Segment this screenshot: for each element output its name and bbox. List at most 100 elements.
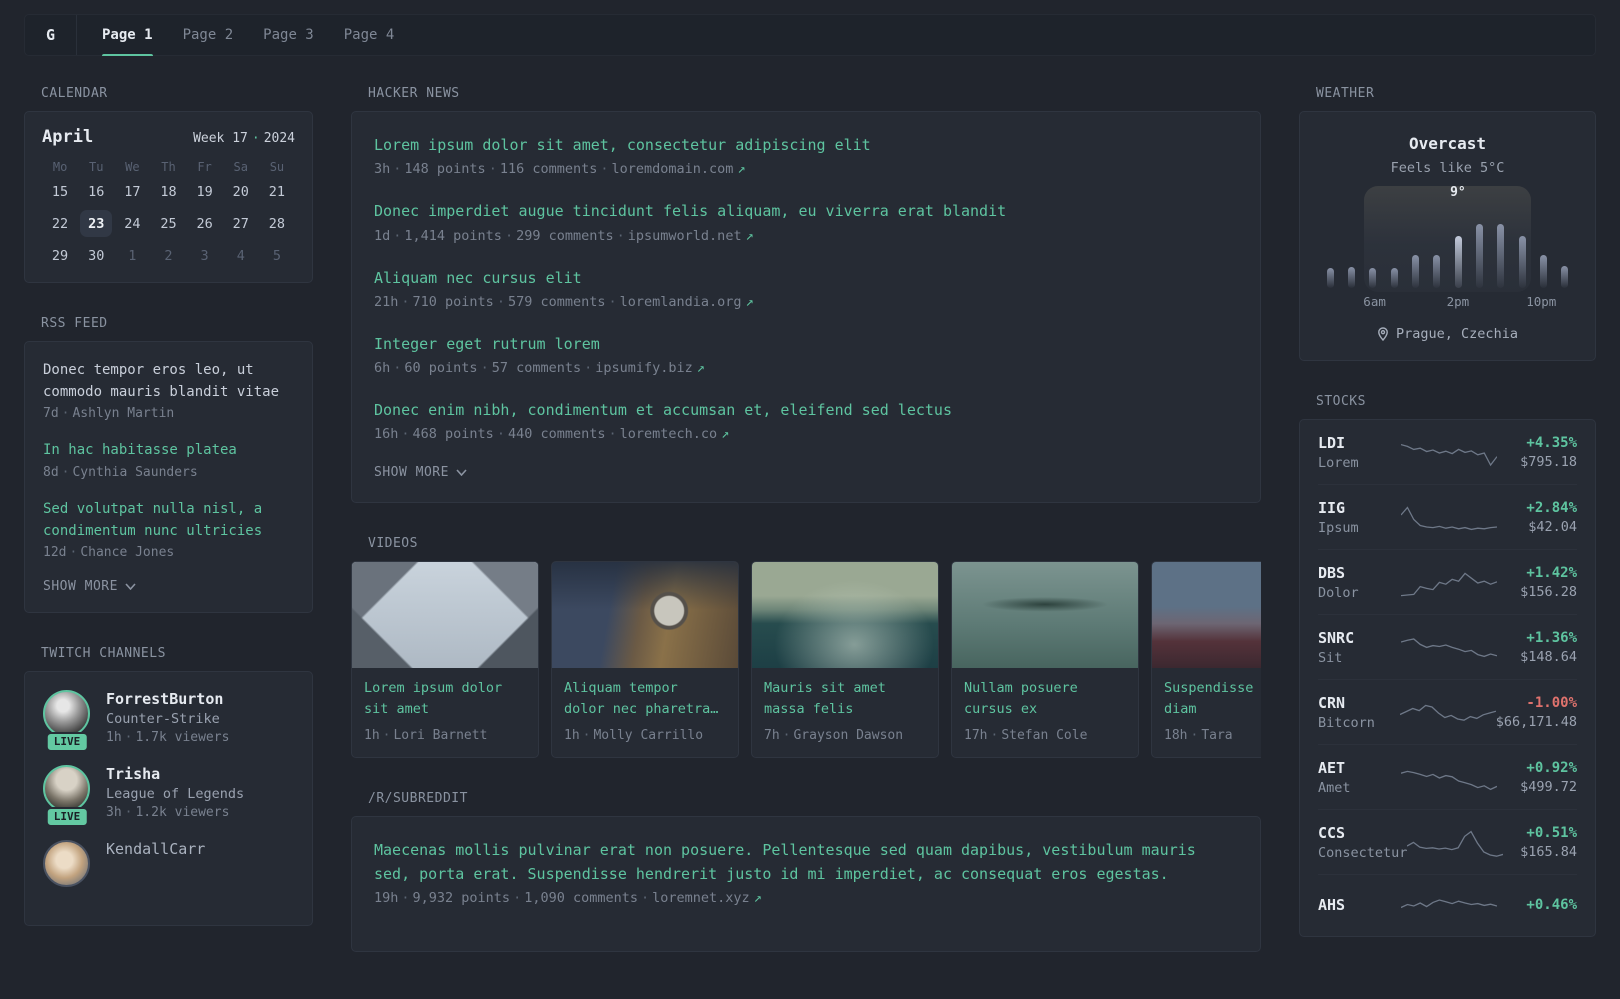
dot-separator: · [401, 889, 410, 906]
rss-show-more-button[interactable]: SHOW MORE [43, 579, 294, 594]
rss-item-title[interactable]: Donec tempor eros leo, ut commodo mauris… [43, 360, 294, 403]
calendar-day[interactable]: 25 [150, 210, 186, 237]
story-title[interactable]: Donec imperdiet augue tincidunt felis al… [374, 200, 1238, 223]
stock-values: +0.92% $499.72 [1497, 760, 1577, 795]
story-title[interactable]: Lorem ipsum dolor sit amet, consectetur … [374, 134, 1238, 157]
stock-symbol[interactable]: CRN [1318, 694, 1400, 712]
story-domain-link[interactable]: loremdomain.com [612, 161, 734, 177]
stock-symbol[interactable]: LDI [1318, 434, 1401, 452]
story-domain-link[interactable]: ipsumify.biz [595, 360, 693, 376]
calendar-day[interactable]: 1 [114, 242, 150, 269]
twitch-widget: TWITCH CHANNELS LIVE ForrestBurton Count… [24, 646, 313, 927]
page-tab[interactable]: Page 1 [87, 15, 168, 56]
weather-card: Overcast Feels like 5°C 9° 6am 2pm 10pm Pr… [1299, 111, 1596, 361]
stock-symbol[interactable]: AHS [1318, 896, 1401, 914]
video-title[interactable]: Lorem ipsum dolor sit amet consectetu… [364, 678, 526, 720]
stock-sparkline-wrap [1401, 566, 1497, 600]
twitch-channel-category[interactable]: Counter-Strike [106, 711, 229, 727]
hackernews-show-more-button[interactable]: SHOW MORE [374, 465, 1238, 480]
twitch-channel-name[interactable]: ForrestBurton [106, 690, 229, 708]
twitch-channel-category[interactable]: League of Legends [106, 786, 244, 802]
calendar-day[interactable]: 17 [114, 178, 150, 205]
video-thumbnail[interactable] [1152, 562, 1261, 669]
weather-feels-like: Feels like 5°C [1390, 160, 1505, 176]
calendar-weekday: Fr [197, 160, 212, 174]
story-title[interactable]: Donec enim nibh, condimentum et accumsan… [374, 399, 1238, 422]
avatar[interactable] [43, 690, 90, 738]
video-card-body: Suspendisse diam 18h · Tara [1152, 668, 1261, 757]
calendar-day[interactable]: 27 [223, 210, 259, 237]
calendar-day[interactable]: 15 [42, 178, 78, 205]
avatar[interactable] [43, 765, 90, 813]
weather-widget-label: WEATHER [1316, 86, 1375, 101]
rss-widget-label: RSS FEED [41, 316, 108, 331]
calendar-day[interactable]: 18 [150, 178, 186, 205]
stock-change: +1.42% [1526, 565, 1577, 581]
story-title[interactable]: Integer eget rutrum lorem [374, 333, 1238, 356]
weather-bar [1433, 255, 1441, 288]
calendar-day[interactable]: 21 [259, 178, 295, 205]
story-meta: 3h · 148 points · 116 comments · loremdomain.c… [374, 161, 746, 178]
story-domain-link[interactable]: ipsumworld.net [628, 228, 742, 244]
video-thumbnail[interactable] [952, 562, 1138, 669]
calendar-day[interactable]: 16 [78, 178, 114, 205]
app-logo[interactable]: G [25, 15, 77, 55]
twitch-channel-name[interactable]: Trisha [106, 765, 244, 783]
hackernews-card: Lorem ipsum dolor sit amet, consectetur … [351, 111, 1261, 504]
video-title[interactable]: Aliquam tempor dolor nec pharetra… [564, 678, 726, 720]
calendar-day[interactable]: 26 [187, 210, 223, 237]
weather-bar [1540, 255, 1548, 288]
video-title[interactable]: Mauris sit amet massa felis [764, 678, 926, 720]
stock-symbol[interactable]: CCS [1318, 824, 1407, 842]
calendar-day[interactable]: 30 [78, 242, 114, 269]
video-author[interactable]: Molly Carrillo [593, 728, 703, 743]
video-title[interactable]: Suspendisse diam [1164, 678, 1261, 720]
calendar-day[interactable]: 2 [150, 242, 186, 269]
page-tab[interactable]: Page 4 [329, 15, 410, 55]
stock-sparkline-wrap [1407, 826, 1503, 860]
calendar-day[interactable]: 28 [259, 210, 295, 237]
dot-separator: · [504, 227, 514, 244]
story-title[interactable]: Aliquam nec cursus elit [374, 267, 1238, 290]
stock-symbol[interactable]: SNRC [1318, 629, 1401, 647]
video-author[interactable]: Grayson Dawson [793, 728, 903, 743]
calendar-day[interactable]: 20 [223, 178, 259, 205]
story-row: Integer eget rutrum lorem 6h · 60 points · 5… [374, 333, 1238, 376]
stock-symbol[interactable]: DBS [1318, 564, 1401, 582]
video-author[interactable]: Stefan Cole [1001, 728, 1087, 743]
story-domain-link[interactable]: loremlandia.org [620, 294, 742, 310]
story-domain-link[interactable]: loremtech.co [620, 426, 718, 442]
post-title[interactable]: Maecenas mollis pulvinar erat non posuer… [374, 839, 1238, 886]
video-author[interactable]: Lori Barnett [393, 728, 487, 743]
external-link-icon: ↗ [745, 293, 754, 310]
calendar-day[interactable]: 19 [187, 178, 223, 205]
rss-item-title[interactable]: Sed volutpat nulla nisl, a condimentum n… [43, 499, 294, 542]
video-thumbnail[interactable] [552, 562, 738, 669]
calendar-year: 2024 [263, 131, 295, 146]
stock-name: Sit [1318, 650, 1343, 666]
stock-sparkline [1401, 889, 1497, 923]
avatar[interactable] [43, 840, 90, 888]
dot-separator: · [990, 728, 999, 744]
weather-bar [1347, 266, 1355, 288]
calendar-day[interactable]: 23 [78, 210, 114, 237]
post-domain-link[interactable]: loremnet.xyz [652, 890, 750, 906]
calendar-day[interactable]: 4 [223, 242, 259, 269]
video-card: Nullam posuere cursus ex 17h · Stefan Cole [951, 561, 1139, 759]
calendar-day[interactable]: 3 [187, 242, 223, 269]
rss-item-title[interactable]: In hac habitasse platea [43, 440, 294, 462]
calendar-day[interactable]: 22 [42, 210, 78, 237]
video-thumbnail[interactable] [352, 562, 538, 669]
calendar-day[interactable]: 24 [114, 210, 150, 237]
calendar-day[interactable]: 5 [259, 242, 295, 269]
twitch-channel-name[interactable]: KendallCarr [106, 840, 205, 858]
page-tab[interactable]: Page 2 [168, 15, 249, 55]
middle-column: HACKER NEWS Lorem ipsum dolor sit amet, … [351, 86, 1261, 985]
video-author[interactable]: Tara [1201, 728, 1232, 743]
stock-symbol[interactable]: IIG [1318, 499, 1401, 517]
video-title[interactable]: Nullam posuere cursus ex [964, 678, 1126, 720]
calendar-day[interactable]: 29 [42, 242, 78, 269]
page-tab[interactable]: Page 3 [248, 15, 329, 55]
video-thumbnail[interactable] [752, 562, 938, 669]
stock-symbol[interactable]: AET [1318, 759, 1401, 777]
